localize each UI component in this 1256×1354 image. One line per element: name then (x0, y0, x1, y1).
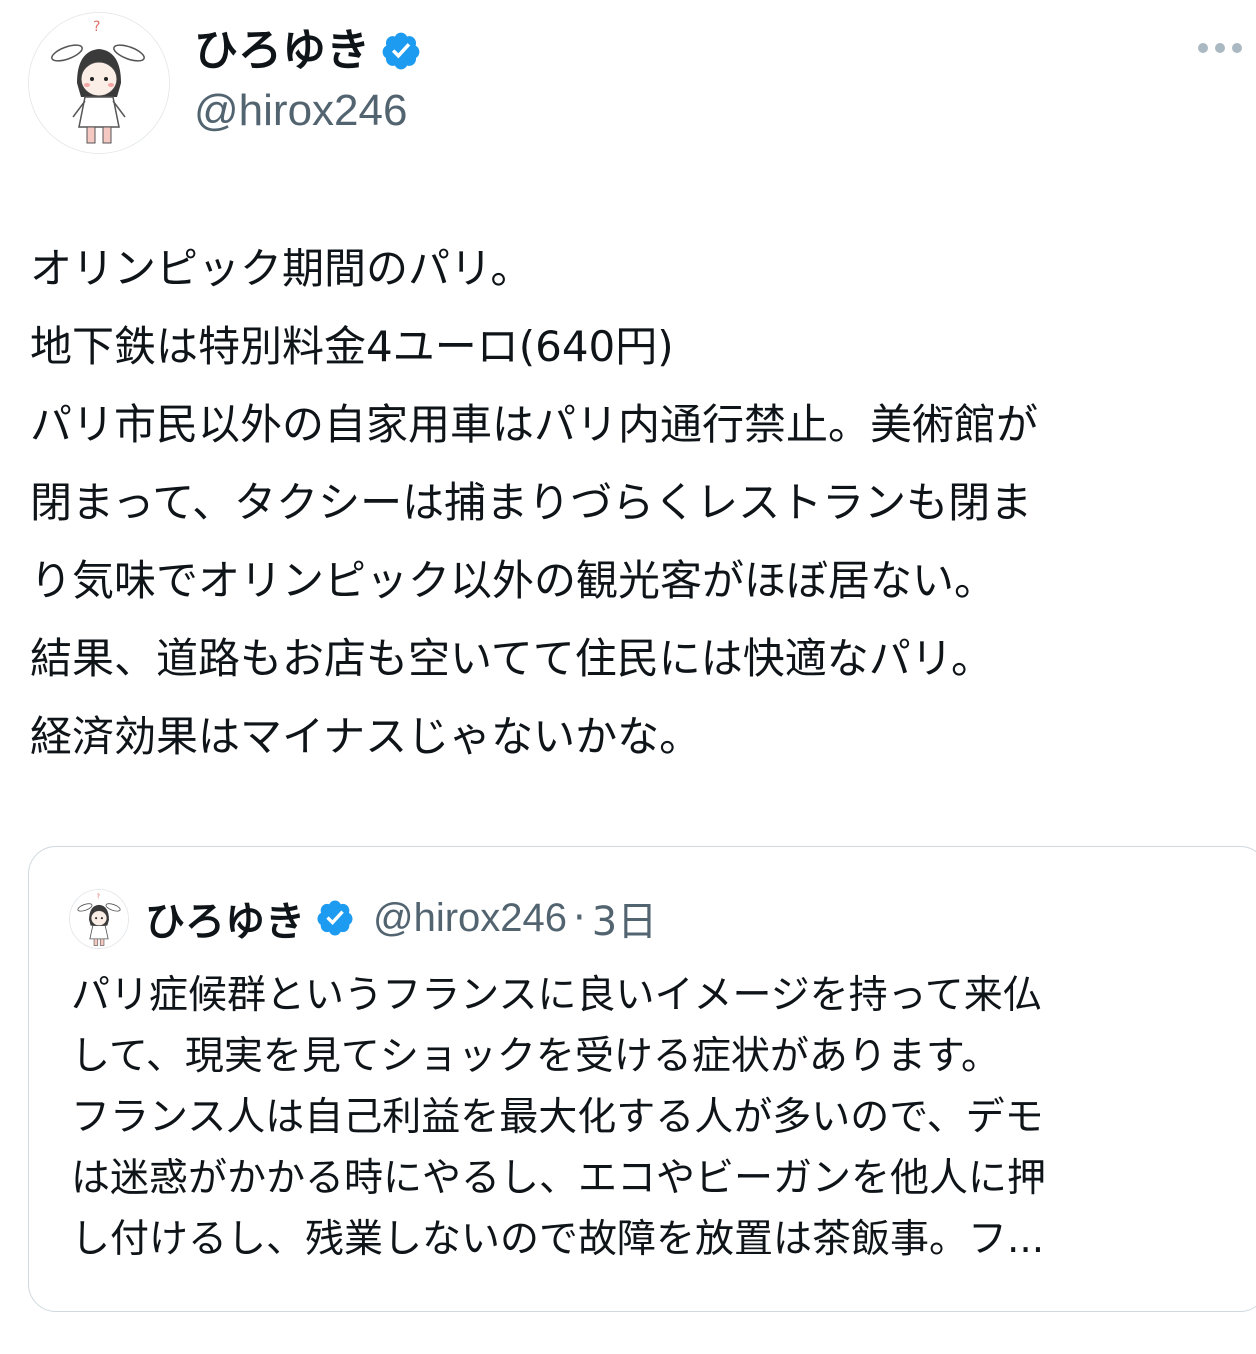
quoted-text-line: して、現実を見てショックを受ける症状があります。 (71, 1034, 1000, 1079)
quoted-author-handle[interactable]: @hirox246 (373, 896, 567, 941)
quoted-tweet-card[interactable]: ? ひろゆき @hirox246 · 3日 パリ症候群というフランスに良いイメー… (28, 846, 1256, 1312)
verified-badge-icon (315, 898, 355, 938)
author-avatar[interactable]: ? (28, 12, 170, 154)
quoted-tweet-header: ひろゆき @hirox246 · 3日 (145, 893, 657, 945)
quoted-text-line: パリ症候群というフランスに良いイメージを持って来仏 (71, 973, 1042, 1018)
verified-badge-icon (380, 30, 422, 72)
quoted-text-line: フランス人は自己利益を最大化する人が多いので、デモ (71, 1095, 1044, 1140)
separator-dot: · (573, 895, 586, 941)
more-dot (1198, 43, 1208, 53)
more-horizontal-icon[interactable] (1198, 36, 1242, 60)
quoted-author-display-name[interactable]: ひろゆき (145, 889, 305, 947)
tweet-text-line: 閉まって、タクシーは捕まりづらくレストランも閉ま (30, 478, 1033, 527)
quoted-tweet-text: パリ症候群というフランスに良いイメージを持って来仏 して、現実を見てショックを受… (71, 965, 1231, 1270)
quoted-author-avatar[interactable]: ? (69, 889, 129, 949)
tweet-text-line: 経済効果はマイナスじゃないかな。 (30, 712, 702, 761)
author-handle[interactable]: @hirox246 (194, 86, 407, 136)
svg-text:?: ? (97, 892, 101, 900)
more-dot (1215, 43, 1225, 53)
tweet-text-line: り気味でオリンピック以外の観光客がほぼ居ない。 (30, 556, 997, 605)
bunny-ear-character-avatar-icon: ? (70, 890, 128, 948)
more-dot (1232, 43, 1242, 53)
tweet-text-line: 地下鉄は特別料金4ユーロ(640円) (30, 322, 674, 371)
quoted-text-line: は迷惑がかかる時にやるし、エコやビーガンを他人に押 (71, 1156, 1047, 1201)
quoted-text-line: し付けるし、残業しないので故障を放置は茶飯事。フ... (71, 1217, 1045, 1262)
quoted-tweet-timestamp[interactable]: 3日 (592, 889, 657, 947)
author-display-name[interactable]: ひろゆき (194, 29, 370, 73)
tweet: ? ひろゆき @hirox246 オリンピック期間のパリ。 地下鉄は特別料金4ユ… (0, 0, 1256, 1354)
tweet-text-line: オリンピック期間のパリ。 (30, 244, 533, 293)
tweet-text-line: 結果、道路もお店も空いてて住民には快適なパリ。 (30, 634, 994, 683)
tweet-text-line: パリ市民以外の自家用車はパリ内通行禁止。美術館が (30, 400, 1039, 449)
bunny-ear-character-avatar-icon: ? (29, 13, 169, 153)
svg-text:?: ? (93, 19, 100, 35)
tweet-text: オリンピック期間のパリ。 地下鉄は特別料金4ユーロ(640円) パリ市民以外の自… (30, 230, 1240, 776)
author-name-row[interactable]: ひろゆき (194, 22, 422, 80)
